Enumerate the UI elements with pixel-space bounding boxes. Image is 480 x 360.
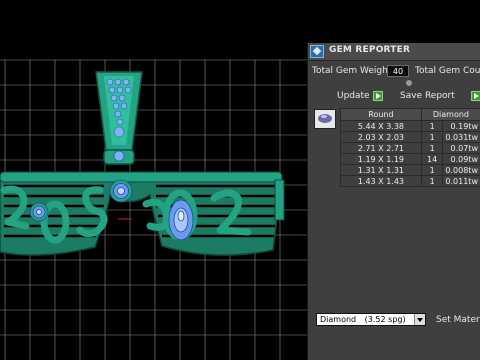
gem-size: 1.43 X 1.43: [340, 175, 422, 187]
material-select-detail: (3.52 spg): [364, 315, 406, 324]
gem-size: 1.31 X 1.31: [340, 164, 422, 176]
set-material-button[interactable]: Set Materia: [436, 315, 480, 325]
gem-weight: 0.008tw: [442, 164, 480, 176]
gem-weight: 0.011tw: [442, 175, 480, 187]
gem-preview-thumbnail[interactable]: [314, 109, 336, 129]
gem-table: Round Diamond 5.44 X 3.38 1 0.19tw 2.03 …: [340, 108, 480, 187]
material-select-name: Diamond: [320, 315, 357, 324]
gem-quantity: 1: [420, 131, 444, 143]
material-select[interactable]: Diamond (3.52 spg): [316, 313, 426, 326]
pendant-bail: [95, 71, 143, 165]
total-gem-count-label: Total Gem Count: [415, 66, 480, 76]
table-row[interactable]: 1.43 X 1.43 1 0.011tw: [340, 175, 480, 187]
table-row[interactable]: 2.71 X 2.71 1 0.07tw: [340, 142, 480, 154]
gem-size: 2.03 X 2.03: [340, 131, 422, 143]
panel-scroll-handle[interactable]: [404, 80, 414, 88]
gem-reporter-icon: [310, 45, 324, 58]
gem-weight: 0.07tw: [442, 142, 480, 154]
column-header-material[interactable]: Diamond: [420, 108, 480, 121]
gem-size: 5.44 X 3.38: [340, 120, 422, 132]
gem-weight: 0.19tw: [442, 120, 480, 132]
save-report-button[interactable]: [471, 91, 480, 101]
total-gem-weight-label: Total Gem Weight: [312, 66, 392, 76]
gem-quantity: 1: [420, 164, 444, 176]
material-bar: Diamond (3.52 spg) Set Materia: [308, 311, 480, 360]
column-header-shape[interactable]: Round: [340, 108, 422, 121]
gem-quantity: 14: [420, 153, 444, 165]
update-button[interactable]: [373, 91, 383, 101]
gem-size: 2.71 X 2.71: [340, 142, 422, 154]
panel-title: GEM REPORTER: [329, 45, 411, 55]
panel-titlebar[interactable]: GEM REPORTER: [308, 43, 480, 61]
gem-quantity: 1: [420, 142, 444, 154]
gem-quantity: 1: [420, 120, 444, 132]
gem-reporter-panel: GEM REPORTER Total Gem Weight 40 Total G…: [307, 43, 480, 360]
gem-weight: 0.09tw: [442, 153, 480, 165]
totals-row: Total Gem Weight 40 Total Gem Count: [308, 64, 480, 78]
gem-size: 1.19 X 1.19: [340, 153, 422, 165]
gem-quantity: 1: [420, 175, 444, 187]
table-row[interactable]: 1.19 X 1.19 14 0.09tw: [340, 153, 480, 165]
table-row[interactable]: 2.03 X 2.03 1 0.031tw: [340, 131, 480, 143]
table-row[interactable]: 5.44 X 3.38 1 0.19tw: [340, 120, 480, 132]
save-report-button-label[interactable]: Save Report: [400, 91, 455, 101]
update-button-label[interactable]: Update: [337, 91, 370, 101]
table-row[interactable]: 1.31 X 1.31 1 0.008tw: [340, 164, 480, 176]
chevron-down-icon[interactable]: [414, 314, 425, 325]
action-row: Update Save Report: [308, 89, 480, 103]
gem-weight: 0.031tw: [442, 131, 480, 143]
total-gem-weight-value[interactable]: 40: [387, 65, 409, 77]
